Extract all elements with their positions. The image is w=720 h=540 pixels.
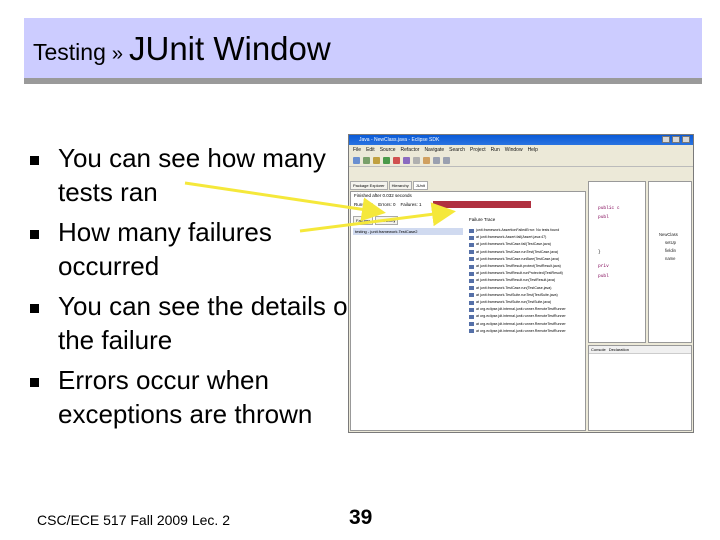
page-number: 39	[349, 506, 373, 529]
callout-arrows	[184, 181, 456, 233]
footer-course: CSC/ECE 517 Fall 2009 Lec. 2	[37, 512, 230, 528]
arrow-failures	[299, 202, 456, 233]
arrow-tests-ran	[184, 181, 386, 222]
